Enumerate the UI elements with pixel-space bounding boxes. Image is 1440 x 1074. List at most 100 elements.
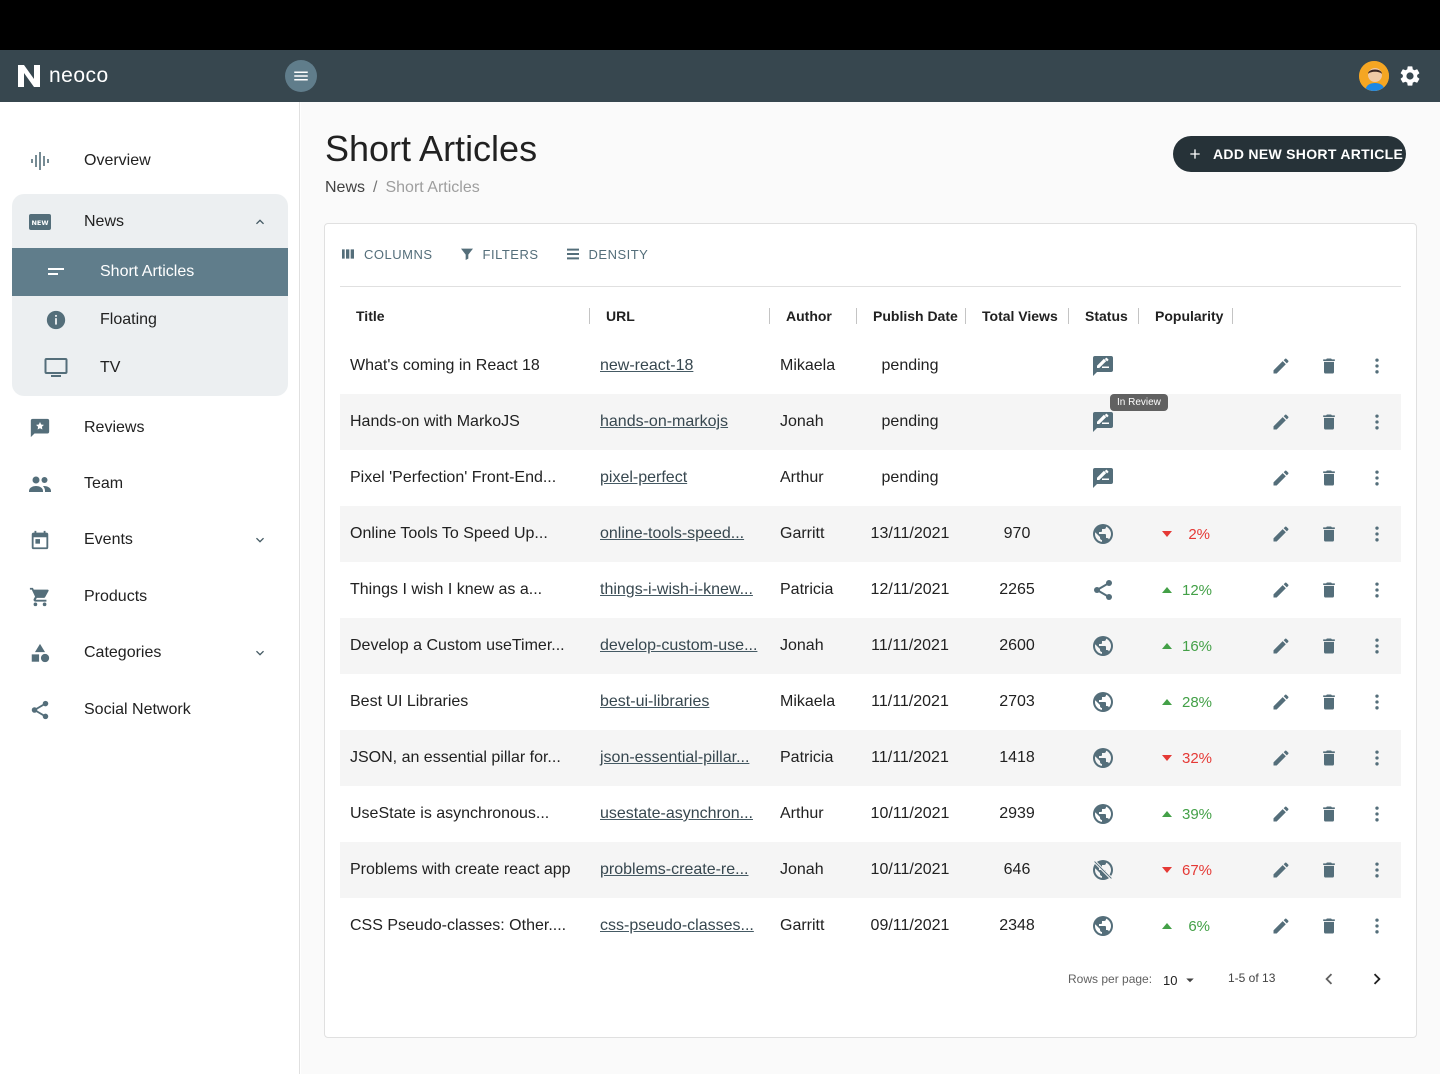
table-row[interactable]: Things I wish I knew as a... things-i-wis…: [340, 562, 1401, 618]
column-separator[interactable]: [1068, 308, 1069, 324]
edit-button[interactable]: [1269, 802, 1293, 826]
cell-url-link[interactable]: json-essential-pillar...: [600, 730, 749, 786]
public-icon[interactable]: [1091, 522, 1115, 546]
column-header-title[interactable]: Title: [356, 294, 385, 338]
sidebar-item-overview[interactable]: Overview: [12, 137, 288, 185]
more-actions-button[interactable]: [1365, 354, 1389, 378]
next-page-button[interactable]: [1365, 967, 1389, 991]
delete-button[interactable]: [1317, 802, 1341, 826]
cell-url-link[interactable]: usestate-asynchron...: [600, 786, 753, 842]
gear-icon[interactable]: [1398, 64, 1422, 88]
chevron-down-icon[interactable]: [252, 645, 268, 661]
more-actions-button[interactable]: [1365, 690, 1389, 714]
breadcrumb-news-link[interactable]: News: [325, 179, 365, 197]
column-separator[interactable]: [965, 308, 966, 324]
delete-button[interactable]: [1317, 858, 1341, 882]
more-actions-button[interactable]: [1365, 522, 1389, 546]
edit-button[interactable]: [1269, 522, 1293, 546]
logo[interactable]: neoco: [16, 63, 109, 89]
in-review-icon[interactable]: [1091, 466, 1115, 490]
edit-button[interactable]: [1269, 914, 1293, 938]
table-row[interactable]: Best UI Libraries best-ui-libraries Mikael…: [340, 674, 1401, 730]
delete-button[interactable]: [1317, 690, 1341, 714]
edit-button[interactable]: [1269, 634, 1293, 658]
column-separator[interactable]: [856, 308, 857, 324]
sidebar-item-products[interactable]: Products: [12, 573, 288, 621]
add-short-article-button[interactable]: ADD NEW SHORT ARTICLE: [1173, 136, 1406, 172]
share-icon[interactable]: [1091, 578, 1115, 602]
menu-toggle-button[interactable]: [285, 60, 317, 92]
edit-button[interactable]: [1269, 354, 1293, 378]
avatar[interactable]: [1358, 60, 1390, 92]
delete-button[interactable]: [1317, 522, 1341, 546]
cell-url-link[interactable]: problems-create-re...: [600, 842, 749, 898]
cell-url-link[interactable]: things-i-wish-i-knew...: [600, 562, 753, 618]
delete-button[interactable]: [1317, 578, 1341, 602]
more-actions-button[interactable]: [1365, 802, 1389, 826]
column-header-popularity[interactable]: Popularity: [1155, 294, 1223, 338]
sidebar-item-news[interactable]: NEW News: [12, 198, 288, 246]
cell-url-link[interactable]: best-ui-libraries: [600, 674, 709, 730]
filters-button[interactable]: FILTERS: [459, 246, 539, 262]
more-actions-button[interactable]: [1365, 578, 1389, 602]
cell-url-link[interactable]: hands-on-markojs: [600, 394, 728, 450]
sidebar-item-team[interactable]: Team: [12, 460, 288, 508]
column-header-url[interactable]: URL: [606, 294, 635, 338]
public-off-icon[interactable]: [1091, 858, 1115, 882]
column-header-total-views[interactable]: Total Views: [982, 294, 1058, 338]
delete-button[interactable]: [1317, 466, 1341, 490]
sidebar-item-reviews[interactable]: Reviews: [12, 404, 288, 452]
column-header-status[interactable]: Status: [1085, 294, 1128, 338]
in-review-icon[interactable]: [1091, 410, 1115, 434]
table-row[interactable]: JSON, an essential pillar for... json-ess…: [340, 730, 1401, 786]
delete-button[interactable]: [1317, 354, 1341, 378]
edit-button[interactable]: [1269, 578, 1293, 602]
delete-button[interactable]: [1317, 410, 1341, 434]
density-button[interactable]: DENSITY: [565, 246, 649, 262]
public-icon[interactable]: [1091, 802, 1115, 826]
column-header-author[interactable]: Author: [786, 294, 832, 338]
rows-per-page-select[interactable]: 10: [1163, 971, 1199, 989]
sidebar-item-events[interactable]: Events: [12, 516, 288, 564]
sidebar-item-short-articles[interactable]: Short Articles: [12, 248, 288, 296]
column-separator[interactable]: [589, 308, 590, 324]
table-row[interactable]: What's coming in React 18 new-react-18 Mik…: [340, 338, 1401, 394]
public-icon[interactable]: [1091, 634, 1115, 658]
table-row[interactable]: UseState is asynchronous... usestate-asyn…: [340, 786, 1401, 842]
previous-page-button[interactable]: [1317, 967, 1341, 991]
cell-url-link[interactable]: online-tools-speed...: [600, 506, 744, 562]
cell-url-link[interactable]: develop-custom-use...: [600, 618, 757, 674]
sidebar-item-categories[interactable]: Categories: [12, 629, 288, 677]
delete-button[interactable]: [1317, 634, 1341, 658]
column-separator[interactable]: [769, 308, 770, 324]
edit-button[interactable]: [1269, 466, 1293, 490]
sidebar-item-floating[interactable]: Floating: [12, 296, 288, 344]
edit-button[interactable]: [1269, 410, 1293, 434]
columns-button[interactable]: COLUMNS: [340, 246, 433, 262]
public-icon[interactable]: [1091, 690, 1115, 714]
column-separator[interactable]: [1232, 308, 1233, 324]
table-row[interactable]: Hands-on with MarkoJS hands-on-markojs Jon…: [340, 394, 1401, 450]
table-row[interactable]: Online Tools To Speed Up... online-tools-…: [340, 506, 1401, 562]
edit-button[interactable]: [1269, 858, 1293, 882]
more-actions-button[interactable]: [1365, 410, 1389, 434]
more-actions-button[interactable]: [1365, 858, 1389, 882]
column-separator[interactable]: [1138, 308, 1139, 324]
table-row[interactable]: Problems with create react app problems-c…: [340, 842, 1401, 898]
cell-url-link[interactable]: new-react-18: [600, 338, 693, 394]
table-row[interactable]: Develop a Custom useTimer... develop-cust…: [340, 618, 1401, 674]
public-icon[interactable]: [1091, 746, 1115, 770]
sidebar-item-social-network[interactable]: Social Network: [12, 686, 288, 734]
edit-button[interactable]: [1269, 690, 1293, 714]
more-actions-button[interactable]: [1365, 634, 1389, 658]
cell-url-link[interactable]: css-pseudo-classes...: [600, 898, 754, 954]
delete-button[interactable]: [1317, 914, 1341, 938]
delete-button[interactable]: [1317, 746, 1341, 770]
cell-url-link[interactable]: pixel-perfect: [600, 450, 687, 506]
column-header-publish-date[interactable]: Publish Date: [873, 294, 958, 338]
more-actions-button[interactable]: [1365, 914, 1389, 938]
table-row[interactable]: CSS Pseudo-classes: Other.... css-pseudo-…: [340, 898, 1401, 954]
edit-button[interactable]: [1269, 746, 1293, 770]
table-row[interactable]: Pixel 'Perfection' Front-End... pixel-per…: [340, 450, 1401, 506]
chevron-up-icon[interactable]: [252, 214, 268, 230]
